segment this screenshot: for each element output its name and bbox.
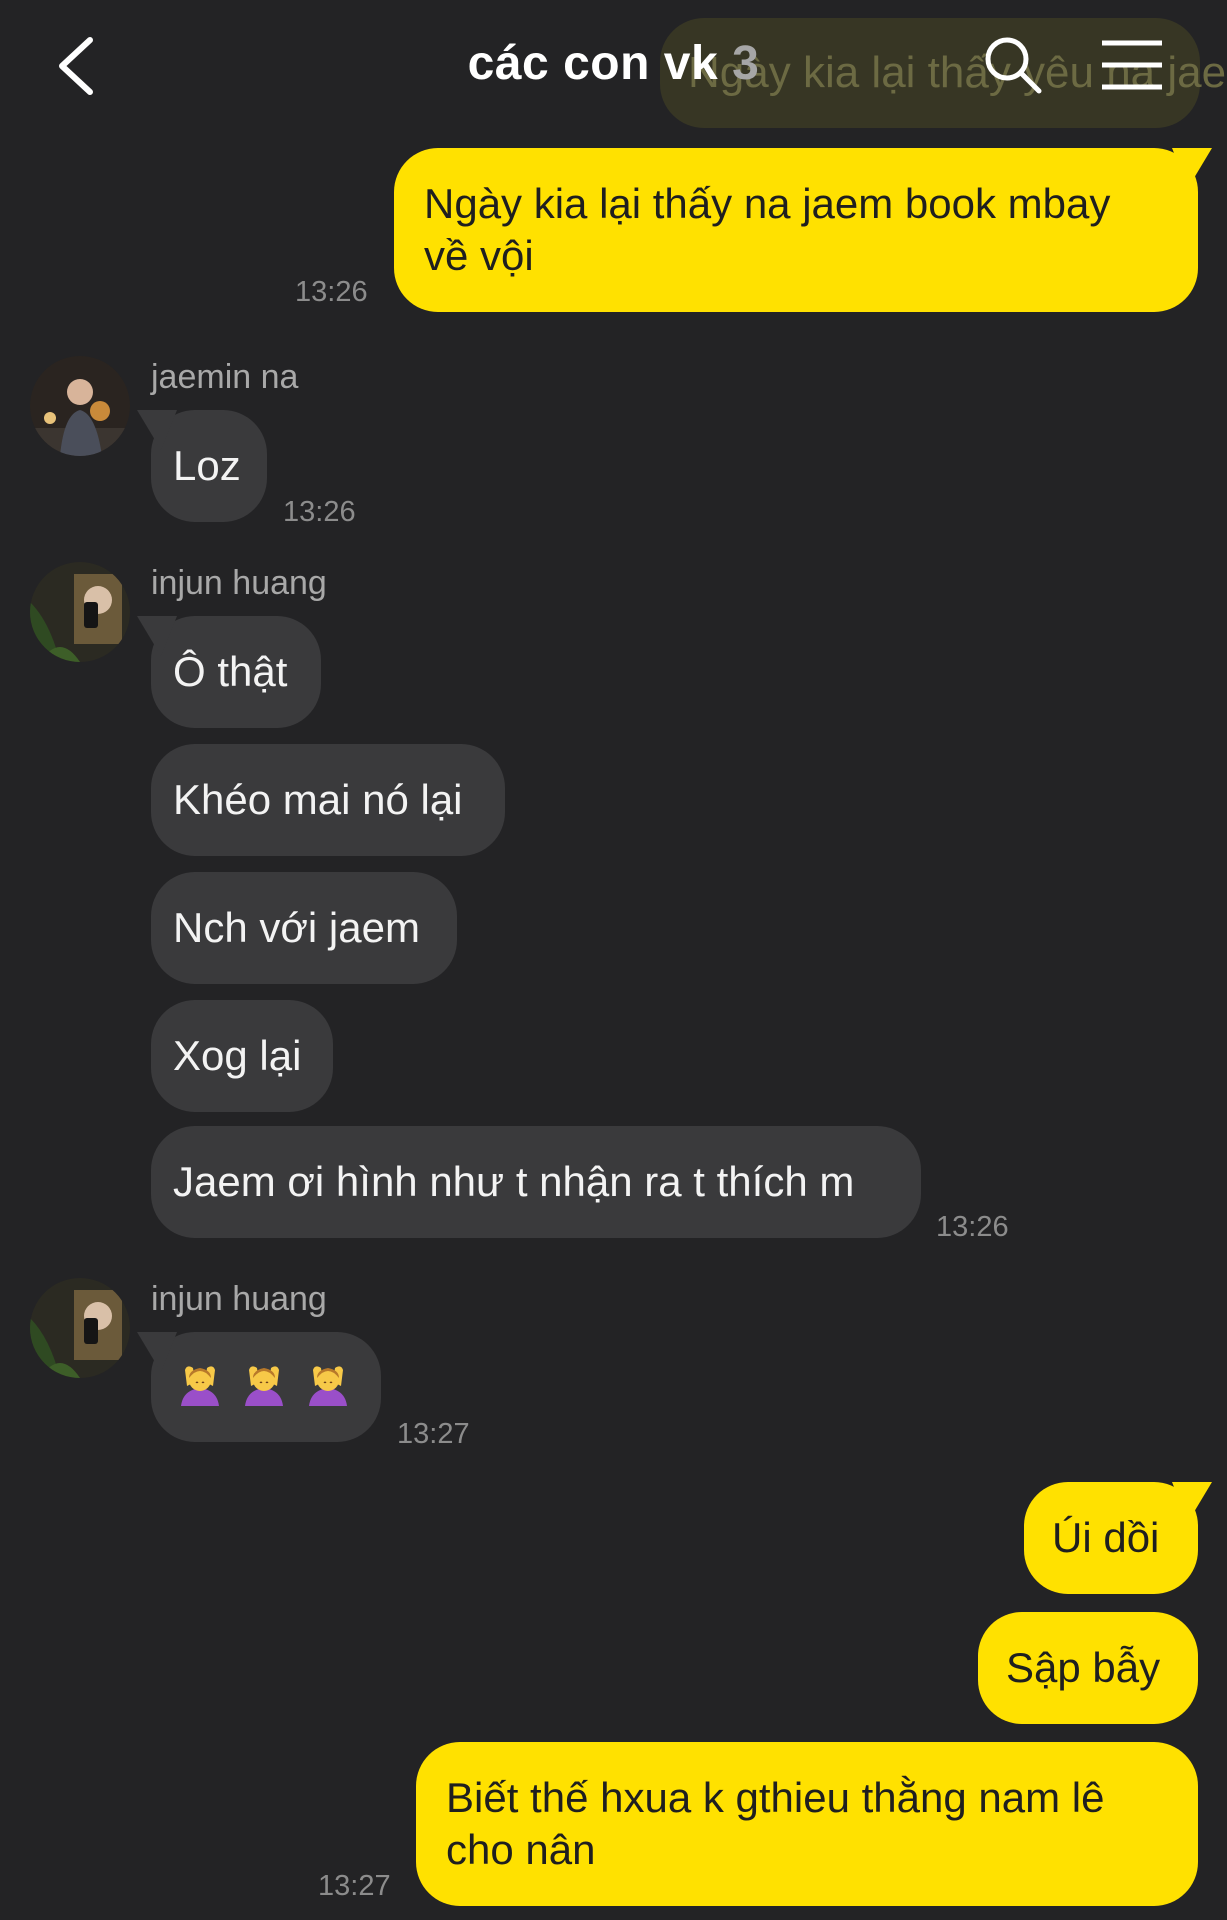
- message-time: 13:27: [397, 1418, 470, 1450]
- message-time: 13:26: [283, 496, 356, 528]
- chat-title-text: các con vk: [467, 37, 719, 90]
- their-message-bubble[interactable]: Ô thật: [151, 616, 321, 728]
- chat-header: Ngày kia lại thấy yêu na jaem các con vk…: [0, 0, 1227, 130]
- my-message-bubble[interactable]: Ngày kia lại thấy na jaem book mbay về v…: [394, 148, 1198, 312]
- sender-name: injun huang: [151, 1280, 327, 1318]
- emoji-message: [175, 1360, 357, 1410]
- message-time: 13:26: [936, 1211, 1009, 1243]
- person-gesturing-ok-icon: [245, 1366, 283, 1406]
- my-message-bubble[interactable]: Biết thế hxua k gthieu thằng nam lê cho …: [416, 1742, 1198, 1906]
- menu-icon[interactable]: [1100, 38, 1164, 92]
- member-count: 3: [732, 37, 760, 90]
- avatar[interactable]: [30, 356, 130, 456]
- message-time: 13:27: [318, 1870, 391, 1902]
- avatar[interactable]: [30, 562, 130, 662]
- message-text-line: Ngày kia lại thấy na jaem book mbay: [424, 180, 1111, 227]
- their-message-bubble[interactable]: [151, 1332, 381, 1442]
- message-text: Úi dồi: [1052, 1514, 1160, 1561]
- person-gesturing-ok-icon: [309, 1366, 347, 1406]
- message-text: Loz: [173, 442, 241, 489]
- person-gesturing-ok-icon: [181, 1366, 219, 1406]
- message-text: Xog lại: [173, 1032, 302, 1079]
- their-message-bubble[interactable]: Nch với jaem: [151, 872, 457, 984]
- message-text-line: Biết thế hxua k gthieu thằng nam lê: [446, 1774, 1105, 1821]
- sender-name: jaemin na: [151, 358, 299, 396]
- their-message-bubble[interactable]: Loz: [151, 410, 267, 522]
- message-time: 13:26: [295, 276, 368, 308]
- message-text: Sập bẫy: [1006, 1644, 1161, 1691]
- message-text-line: về vội: [424, 232, 534, 279]
- message-text: Nch với jaem: [173, 904, 420, 951]
- avatar-photo-icon: [30, 1278, 130, 1378]
- message-text: Ô thật: [173, 648, 288, 695]
- my-message-bubble[interactable]: Úi dồi: [1024, 1482, 1198, 1594]
- their-message-bubble[interactable]: Khéo mai nó lại: [151, 744, 505, 856]
- sender-name: injun huang: [151, 564, 327, 602]
- search-icon[interactable]: [982, 34, 1044, 96]
- their-message-bubble[interactable]: Jaem ơi hình như t nhận ra t thích m: [151, 1126, 921, 1238]
- message-text-line: cho nân: [446, 1826, 596, 1873]
- message-text: Jaem ơi hình như t nhận ra t thích m: [173, 1158, 855, 1205]
- avatar[interactable]: [30, 1278, 130, 1378]
- avatar-photo-icon: [30, 562, 130, 662]
- message-text: Khéo mai nó lại: [173, 776, 463, 823]
- chat-screen: Ngày kia lại thấy yêu na jaem các con vk…: [0, 0, 1227, 1920]
- avatar-photo-icon: [30, 356, 130, 456]
- my-message-bubble[interactable]: Sập bẫy: [978, 1612, 1198, 1724]
- their-message-bubble[interactable]: Xog lại: [151, 1000, 333, 1112]
